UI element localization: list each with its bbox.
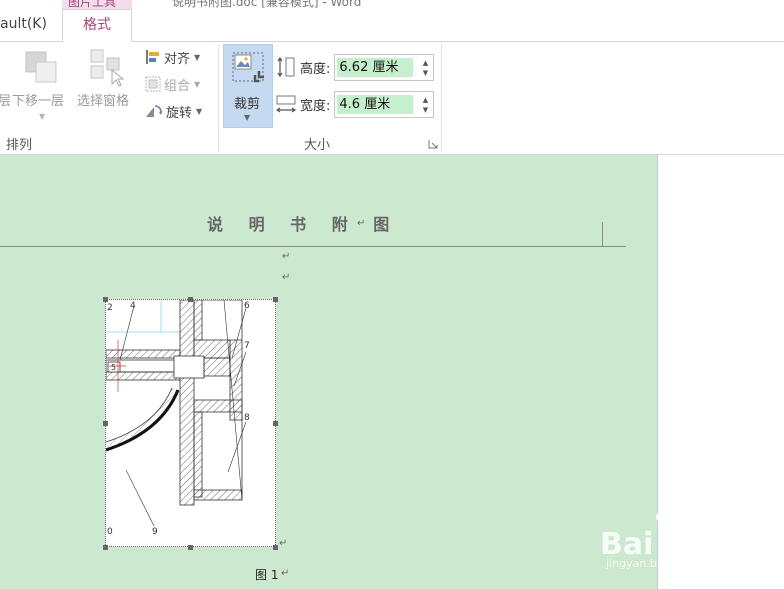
- picture-tools-context-tab: 图片工具: [62, 0, 132, 9]
- selected-figure[interactable]: 2 4 5 6 7 8 9 0: [105, 299, 276, 547]
- spin-down-icon[interactable]: ▼: [420, 105, 430, 115]
- paragraph-mark: ↵: [281, 568, 290, 579]
- send-backward-label: 下移一层: [12, 94, 65, 109]
- bring-forward-label: 层: [0, 94, 12, 109]
- part-number: 0: [107, 527, 113, 537]
- chevron-down-icon: ▼: [194, 79, 201, 89]
- rotate-button[interactable]: 旋转 ▼: [145, 100, 202, 122]
- resize-handle[interactable]: [188, 545, 193, 550]
- paragraph-mark: ↵: [282, 251, 291, 262]
- width-field[interactable]: 4.6 厘米: [337, 94, 414, 114]
- baidu-watermark: Bai 经验 jingyan.baidu.com: [600, 505, 780, 585]
- technical-drawing: 2 4 5 6 7 8 9 0: [106, 300, 250, 537]
- ribbon-body: 层 下移一层 ▼ 选择窗格 对齐 ▼ 组合 ▼ 旋转 ▼ 排列 裁剪 ▼ 高度:…: [0, 42, 784, 155]
- height-spinner[interactable]: 6.62 厘米 ▲ ▼: [334, 53, 435, 81]
- header-rule: [0, 246, 626, 247]
- document-title: 说 明 书 附 图: [207, 215, 400, 234]
- watermark-url: jingyan.baidu.com: [606, 557, 708, 570]
- margin-marker: [602, 222, 603, 246]
- width-icon: [276, 95, 296, 113]
- selection-pane-label: 选择窗格: [77, 94, 130, 109]
- part-number: 2: [107, 303, 113, 313]
- spin-up-icon[interactable]: ▲: [420, 95, 430, 105]
- paragraph-mark: ↵: [279, 538, 288, 549]
- crop-button[interactable]: 裁剪 ▼: [223, 44, 273, 128]
- crop-icon: [232, 52, 264, 83]
- resize-handle[interactable]: [273, 297, 278, 302]
- align-button[interactable]: 对齐 ▼: [145, 46, 200, 68]
- paragraph-mark: ↵: [282, 272, 291, 283]
- height-label: 高度:: [300, 61, 331, 77]
- spin-up-icon[interactable]: ▲: [420, 58, 430, 68]
- selection-pane-button[interactable]: 选择窗格: [76, 42, 138, 126]
- part-number: 6: [244, 301, 250, 311]
- resize-handle[interactable]: [188, 297, 193, 302]
- rotate-icon: [146, 105, 162, 117]
- part-number: 7: [244, 341, 250, 351]
- group-icon: [145, 76, 161, 92]
- group-label: 组合: [164, 78, 191, 94]
- chevron-down-icon: ▼: [194, 52, 201, 62]
- chevron-down-icon: ▼: [244, 113, 251, 122]
- selection-pane-icon: [90, 49, 125, 87]
- arrange-group-label: 排列: [6, 138, 33, 153]
- window-title: 说明书附图.doc [兼容模式] - Word: [172, 0, 362, 9]
- spin-down-icon[interactable]: ▼: [420, 68, 430, 78]
- chevron-down-icon: ▼: [39, 112, 46, 121]
- crop-label: 裁剪: [234, 97, 261, 112]
- height-row: 高度: 6.62 厘米 ▲ ▼: [276, 53, 435, 81]
- group-button[interactable]: 组合 ▼: [145, 73, 200, 95]
- width-row: 宽度: 4.6 厘米 ▲ ▼: [276, 90, 435, 118]
- group-separator: [218, 44, 219, 152]
- align-label: 对齐: [164, 51, 191, 67]
- send-backward-button[interactable]: 下移一层 ▼: [12, 42, 74, 126]
- send-backward-icon: [25, 51, 57, 83]
- resize-handle[interactable]: [103, 545, 108, 550]
- ribbon-tab-bar: 图片工具 说明书附图.doc [兼容模式] - Word ault(K) 格式: [0, 0, 784, 43]
- width-label: 宽度:: [300, 98, 331, 114]
- part-number: 8: [244, 413, 250, 423]
- part-number: 4: [130, 301, 136, 311]
- align-icon: [146, 50, 159, 64]
- height-field[interactable]: 6.62 厘米: [337, 57, 414, 77]
- figure-caption: 图 1: [255, 568, 279, 582]
- tab-format[interactable]: 格式: [62, 9, 132, 43]
- group-separator: [441, 44, 442, 152]
- width-spinner[interactable]: 4.6 厘米 ▲ ▼: [334, 90, 435, 118]
- part-number: 5: [111, 363, 116, 372]
- rotate-label: 旋转: [166, 105, 193, 121]
- bring-forward-button[interactable]: 层: [0, 42, 12, 122]
- resize-handle[interactable]: [273, 421, 278, 426]
- dialog-launcher-icon[interactable]: [428, 139, 438, 149]
- part-number: 9: [152, 527, 158, 537]
- chevron-down-icon: ▼: [196, 106, 203, 116]
- resize-handle[interactable]: [103, 297, 108, 302]
- resize-handle[interactable]: [103, 421, 108, 426]
- size-group-label: 大小: [304, 138, 331, 153]
- tab-default[interactable]: ault(K): [0, 16, 47, 32]
- paragraph-mark: ↵: [357, 218, 366, 229]
- context-tab-label: 图片工具: [68, 0, 117, 9]
- height-icon: [277, 56, 295, 78]
- resize-handle[interactable]: [273, 545, 278, 550]
